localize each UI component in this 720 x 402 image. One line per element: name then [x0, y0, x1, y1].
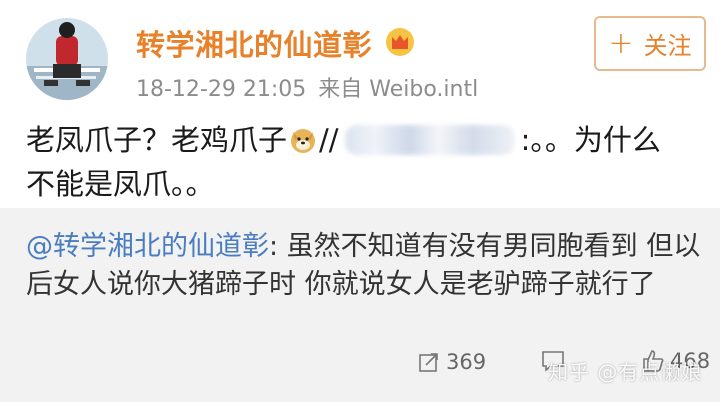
repost-icon	[419, 353, 438, 372]
post-text: 老凤爪子？老鸡爪子 //:。。为什么 不能是凤爪。。	[26, 118, 706, 206]
timestamp: 18-12-29 21:05	[136, 77, 307, 102]
repost-mention[interactable]: @转学湘北的仙道彰	[26, 231, 269, 262]
follow-label: 关注	[643, 32, 692, 60]
post-text-line-1: 老凤爪子？老鸡爪子 //:。。为什么	[26, 123, 661, 157]
doge-emoji-icon	[289, 126, 317, 154]
repost-text: @转学湘北的仙道彰: 虽然不知道有没有男同胞看到 但以后女人说你大猪蹄子时 你就…	[26, 228, 702, 304]
weibo-post: 转学湘北的仙道彰 18-12-29 21:05 来自 Weibo.intl + 关…	[0, 0, 720, 402]
post-source: 来自 Weibo.intl	[318, 77, 479, 102]
post-meta: 18-12-29 21:05 来自 Weibo.intl	[136, 71, 478, 103]
post-text-line-2: 不能是凤爪。。	[26, 167, 215, 201]
username[interactable]: 转学湘北的仙道彰	[136, 22, 372, 64]
avatar[interactable]	[26, 18, 108, 100]
zhihu-watermark: 知乎 @有点懒娘	[548, 360, 703, 384]
follow-button[interactable]: + 关注	[594, 16, 706, 71]
repost-count: 369	[446, 350, 487, 374]
plus-icon: +	[608, 25, 634, 61]
crown-icon	[385, 27, 415, 57]
blurred-username	[344, 125, 515, 155]
repost-button[interactable]: 369	[418, 350, 486, 374]
